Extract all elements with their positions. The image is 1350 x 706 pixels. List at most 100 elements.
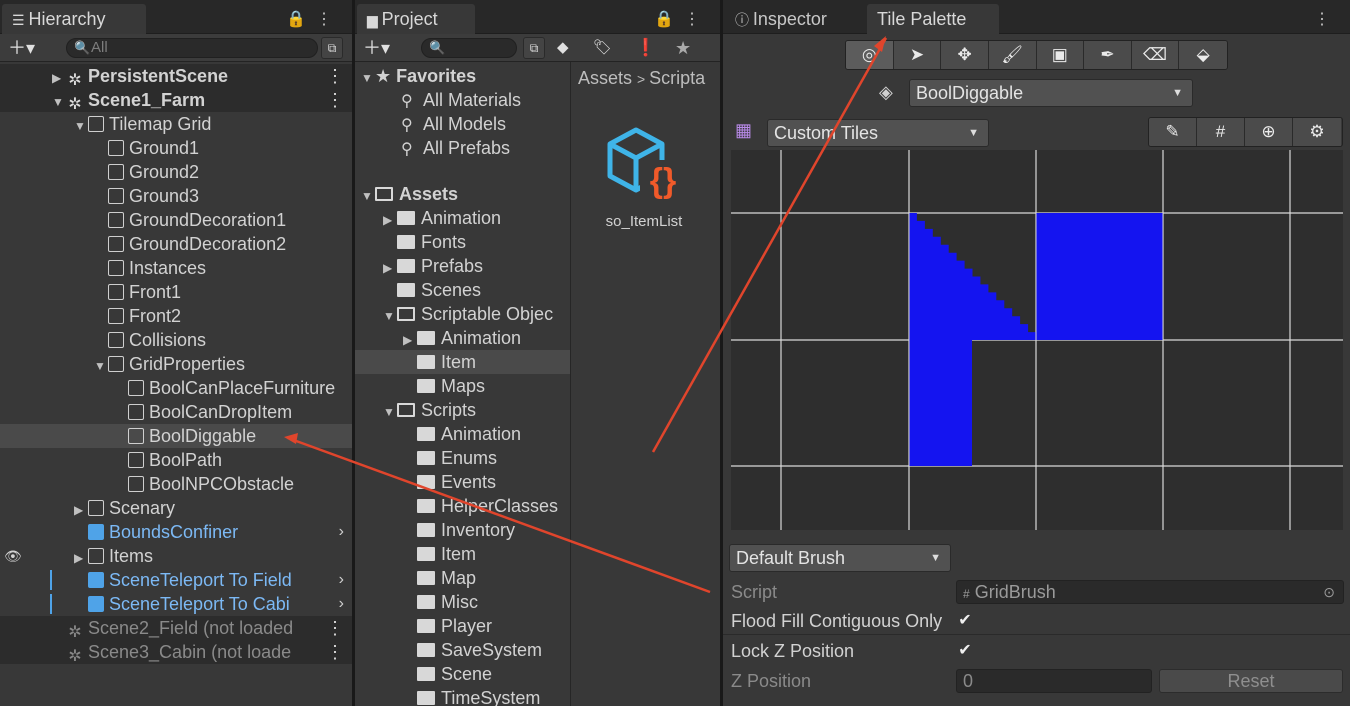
- hierarchy-item[interactable]: Ground3: [0, 184, 352, 208]
- settings-icon[interactable]: ⚙: [1293, 118, 1341, 146]
- scene-menu-icon[interactable]: ⋮: [326, 640, 344, 664]
- project-folder-item[interactable]: Maps: [355, 374, 570, 398]
- expand-arrow-icon[interactable]: ▶: [74, 546, 88, 570]
- hierarchy-item[interactable]: ▼ ✲ Scene1_Farm ⋮: [0, 88, 352, 114]
- gizmo-icon[interactable]: ⊕: [1245, 118, 1293, 146]
- create-asset-button[interactable]: ＋▾: [363, 37, 390, 59]
- hierarchy-item[interactable]: GroundDecoration1: [0, 208, 352, 232]
- hierarchy-item[interactable]: BoundsConfiner ›: [0, 520, 352, 544]
- scene-menu-icon[interactable]: ⋮: [326, 88, 344, 112]
- hierarchy-item[interactable]: ✲ Scene3_Cabin (not loade ⋮: [0, 640, 352, 665]
- hierarchy-item[interactable]: SceneTeleport To Field ›: [0, 568, 352, 592]
- scene-visibility-icon[interactable]: ⧉: [321, 37, 343, 59]
- project-folder-item[interactable]: Map: [355, 566, 570, 590]
- paint-brush-icon[interactable]: 🖌: [988, 41, 1037, 69]
- hierarchy-item[interactable]: SceneTeleport To Cabi ›: [0, 592, 352, 616]
- picker-icon[interactable]: ✒: [1084, 41, 1132, 69]
- project-folder-item[interactable]: Events: [355, 470, 570, 494]
- project-folder-item[interactable]: ▶ Animation: [355, 206, 570, 230]
- hierarchy-item[interactable]: GroundDecoration2: [0, 232, 352, 256]
- warnings-icon[interactable]: ❗: [635, 37, 656, 59]
- expand-arrow-icon[interactable]: ▶: [403, 328, 417, 352]
- tab-project[interactable]: ▆ Project: [357, 4, 475, 34]
- active-tilemap-dropdown[interactable]: BoolDiggable ▼: [909, 79, 1193, 107]
- half-tile[interactable]: [909, 340, 972, 466]
- hierarchy-item[interactable]: BoolCanDropItem: [0, 400, 352, 424]
- project-folder-item[interactable]: Animation: [355, 422, 570, 446]
- expand-arrow-icon[interactable]: ▼: [383, 400, 397, 424]
- object-picker-icon[interactable]: ⊙: [1323, 581, 1335, 603]
- tab-hierarchy[interactable]: ☰ Hierarchy: [2, 4, 146, 34]
- tile-grid-canvas[interactable]: [731, 150, 1343, 530]
- expand-arrow-icon[interactable]: ▼: [361, 184, 375, 208]
- assets-root[interactable]: ▼ Assets: [361, 182, 458, 206]
- hierarchy-item[interactable]: Collisions: [0, 328, 352, 352]
- tab-tile-palette[interactable]: Tile Palette: [867, 4, 999, 34]
- expand-arrow-icon[interactable]: ▼: [94, 354, 108, 378]
- flood-fill-checkbox[interactable]: ✔: [957, 613, 973, 629]
- edit-pencil-icon[interactable]: ✎: [1149, 118, 1197, 146]
- bucket-icon[interactable]: ⬙: [1179, 41, 1227, 69]
- project-folder-item[interactable]: Item: [355, 542, 570, 566]
- project-tab-icons[interactable]: 🔒⋮: [654, 9, 710, 29]
- hierarchy-item[interactable]: Front2: [0, 304, 352, 328]
- hierarchy-item[interactable]: ▶ Items 👁: [0, 544, 352, 568]
- hierarchy-item[interactable]: BoolPath: [0, 448, 352, 472]
- grid-icon[interactable]: #: [1197, 118, 1245, 146]
- hierarchy-item[interactable]: Ground1: [0, 136, 352, 160]
- scene-menu-icon[interactable]: ⋮: [326, 616, 344, 640]
- project-folder-item[interactable]: TimeSystem: [355, 686, 570, 706]
- hierarchy-item[interactable]: ✲ Scene2_Field (not loaded ⋮: [0, 616, 352, 641]
- reset-button[interactable]: Reset: [1159, 669, 1343, 693]
- box-fill-icon[interactable]: ▣: [1036, 41, 1085, 69]
- project-folder-item[interactable]: Fonts: [355, 230, 570, 254]
- full-tile[interactable]: [1036, 213, 1163, 340]
- create-button[interactable]: ＋▾: [8, 37, 35, 59]
- hierarchy-item[interactable]: ▼ Tilemap Grid: [0, 112, 352, 136]
- favorite-item[interactable]: ⚲ All Prefabs: [401, 136, 510, 160]
- expand-arrow-icon[interactable]: ▼: [383, 304, 397, 328]
- tab-inspector[interactable]: ⓘ Inspector: [725, 4, 863, 34]
- search-by-type-icon[interactable]: ⧉: [523, 37, 545, 59]
- palette-dropdown[interactable]: Custom Tiles ▼: [767, 119, 989, 147]
- scene-menu-icon[interactable]: ⋮: [326, 64, 344, 88]
- hierarchy-item[interactable]: ▼ GridProperties: [0, 352, 352, 376]
- breadcrumb-scriptable[interactable]: Scripta: [649, 68, 705, 88]
- expand-arrow-icon[interactable]: ▶: [52, 66, 66, 90]
- move-icon[interactable]: ➤: [893, 41, 942, 69]
- eraser-icon[interactable]: ⌫: [1131, 41, 1180, 69]
- project-folder-item[interactable]: Misc: [355, 590, 570, 614]
- project-folder-item[interactable]: Player: [355, 614, 570, 638]
- hierarchy-item[interactable]: ▶ ✲ PersistentScene ⋮: [0, 64, 352, 90]
- brush-dropdown[interactable]: Default Brush ▼: [729, 544, 951, 572]
- diagonal-tile[interactable]: [909, 213, 1044, 340]
- z-position-field[interactable]: 0: [956, 669, 1152, 693]
- hierarchy-item[interactable]: Instances: [0, 256, 352, 280]
- expand-arrow-icon[interactable]: ▶: [383, 208, 397, 232]
- project-search-input[interactable]: 🔍: [421, 38, 517, 58]
- project-folder-item[interactable]: HelperClasses: [355, 494, 570, 518]
- palette-menu-icon[interactable]: ⋮: [1314, 9, 1340, 29]
- prefab-open-chevron-icon[interactable]: ›: [339, 568, 344, 592]
- expand-arrow-icon[interactable]: ▼: [52, 90, 66, 114]
- favorite-item[interactable]: ⚲ All Materials: [401, 88, 521, 112]
- lock-z-checkbox[interactable]: ✔: [957, 643, 973, 659]
- hierarchy-search-input[interactable]: 🔍 All: [66, 38, 318, 58]
- expand-arrow-icon[interactable]: ▶: [74, 498, 88, 522]
- filter-type-icon[interactable]: ◆: [557, 37, 569, 59]
- hierarchy-item[interactable]: ▶ Scenary: [0, 496, 352, 520]
- expand-arrow-icon[interactable]: ▼: [74, 114, 88, 138]
- favorites-header[interactable]: ▼ ★ Favorites: [361, 64, 476, 88]
- hierarchy-item[interactable]: Front1: [0, 280, 352, 304]
- project-folder-item[interactable]: ▶ Prefabs: [355, 254, 570, 278]
- visibility-eye-icon[interactable]: 👁: [4, 544, 22, 568]
- favorite-star-icon[interactable]: ★: [675, 37, 691, 59]
- project-folder-item[interactable]: Enums: [355, 446, 570, 470]
- favorite-item[interactable]: ⚲ All Models: [401, 112, 506, 136]
- project-folder-item[interactable]: Scene: [355, 662, 570, 686]
- project-folder-item[interactable]: Scenes: [355, 278, 570, 302]
- breadcrumb-assets[interactable]: Assets: [578, 68, 632, 88]
- hierarchy-tab-icons[interactable]: 🔒⋮: [286, 9, 342, 29]
- expand-arrow-icon[interactable]: ▼: [361, 66, 375, 90]
- project-folder-item[interactable]: SaveSystem: [355, 638, 570, 662]
